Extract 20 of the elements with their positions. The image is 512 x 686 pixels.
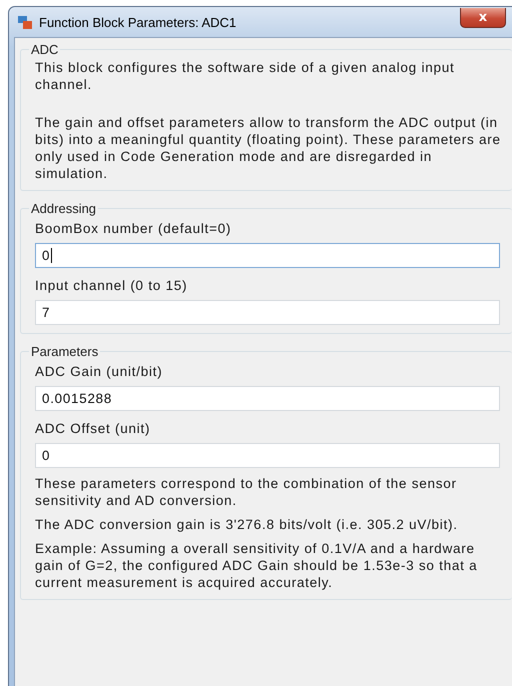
text-cursor [51, 248, 52, 263]
description-text: The ADC conversion gain is 3'276.8 bits/volt (i.e. 305.2 uV/bit). [35, 516, 459, 533]
description-text: Example: Assuming a overall sensitivity of 0.1V/A and a hardware gain of G=2, the configured ADC Gain should be 1.53e-3 so that a current measurement is acquired accurately. [35, 540, 478, 591]
description-text: These parameters correspond to the combination of the sensor sensitivity and AD conversion. [35, 475, 458, 509]
field-label: Input channel (0 to 15) [35, 278, 188, 293]
window-title: Function Block Parameters: ADC1 [39, 14, 238, 30]
field-label: ADC Offset (unit) [35, 421, 152, 436]
input-field[interactable]: 7 [35, 300, 500, 325]
field-label: BoomBox number (default=0) [35, 221, 232, 236]
group-title: Parameters [30, 344, 100, 359]
field-label: ADC Gain (unit/bit) [35, 364, 164, 379]
close-button[interactable]: x [460, 8, 506, 28]
input-field[interactable]: 0 [35, 443, 500, 468]
input-field[interactable]: 0 [35, 243, 500, 268]
description-text: The gain and offset parameters allow to transform the ADC output (in bits) into a meaningful quantity (floating point). These parameters are only used in Code Generation mode and are disregarded in simulation. [35, 114, 502, 182]
input-field[interactable]: 0.0015288 [35, 386, 500, 411]
description-text: This block configures the software side of a given analog input channel. [35, 59, 456, 93]
group-title: ADC [30, 42, 60, 57]
group-title: Addressing [30, 201, 98, 216]
block-icon [17, 14, 33, 30]
